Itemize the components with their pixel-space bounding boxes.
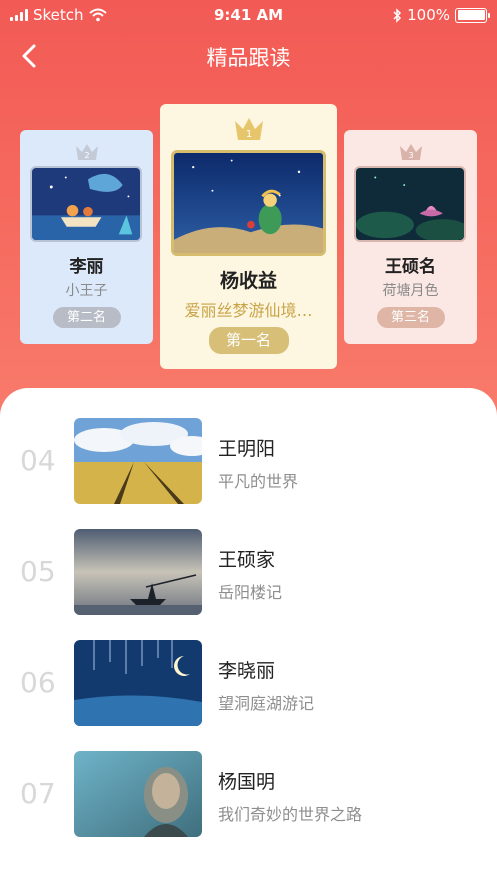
book-title: 小王子 — [65, 283, 108, 299]
podium-card-second[interactable]: 2 李丽 小王子 第二名 — [20, 130, 153, 344]
svg-text:3: 3 — [408, 151, 413, 160]
book-cover-image — [74, 640, 202, 726]
bluetooth-icon — [393, 7, 402, 23]
rank-number: 04 — [20, 444, 56, 477]
battery-icon — [455, 7, 490, 23]
crown-icon: 2 — [75, 144, 98, 160]
podium-card-third[interactable]: 3 王硕名 荷塘月色 第三名 — [344, 130, 477, 344]
book-title: 岳阳楼记 — [218, 583, 283, 602]
svg-text:2: 2 — [84, 151, 89, 160]
list-item[interactable]: 07 杨国明 我们奇妙的世界之路 — [0, 751, 497, 837]
status-bar: Sketch 9:41 AM 100% — [0, 0, 497, 30]
book-cover-image — [74, 751, 202, 837]
reader-name: 王明阳 — [218, 438, 276, 460]
list-item[interactable]: 06 李晓丽 望洞庭湖游记 — [0, 640, 497, 726]
page-title: 精品跟读 — [206, 46, 291, 70]
book-title: 我们奇妙的世界之路 — [218, 805, 363, 824]
rank-badge: 第一名 — [208, 327, 289, 354]
rank-number: 05 — [20, 555, 56, 588]
crown-icon: 1 — [234, 118, 263, 140]
book-title: 爱丽丝梦游仙境… — [184, 301, 313, 320]
book-cover-image — [30, 166, 142, 242]
podium-card-first[interactable]: 1 杨收益 爱丽丝梦游仙境… 第一名 — [160, 104, 337, 369]
book-cover-image — [171, 150, 326, 256]
reader-name: 王硕家 — [218, 549, 276, 571]
rank-number: 07 — [20, 777, 56, 810]
ranking-list: 04 王明阳 平凡的世界 05 王硕家 岳阳楼记 06 李晓丽 望洞庭湖游记 0… — [0, 388, 497, 883]
list-item[interactable]: 04 王明阳 平凡的世界 — [0, 418, 497, 504]
rank-badge: 第三名 — [376, 307, 445, 328]
svg-text:1: 1 — [245, 129, 251, 140]
reader-name: 杨国明 — [218, 771, 276, 793]
reader-name: 李丽 — [69, 257, 104, 277]
reader-name: 王硕名 — [385, 257, 436, 277]
reader-name: 李晓丽 — [218, 660, 276, 682]
crown-icon: 3 — [399, 144, 422, 160]
book-cover-image — [74, 418, 202, 504]
rank-badge: 第二名 — [52, 307, 121, 328]
book-cover-image — [74, 529, 202, 615]
reader-name: 杨收益 — [219, 270, 277, 292]
book-cover-image — [354, 166, 466, 242]
battery-percent: 100% — [407, 6, 450, 24]
book-title: 荷塘月色 — [382, 283, 439, 299]
rank-number: 06 — [20, 666, 56, 699]
list-item[interactable]: 05 王硕家 岳阳楼记 — [0, 529, 497, 615]
book-title: 平凡的世界 — [218, 472, 299, 491]
book-title: 望洞庭湖游记 — [218, 694, 315, 713]
